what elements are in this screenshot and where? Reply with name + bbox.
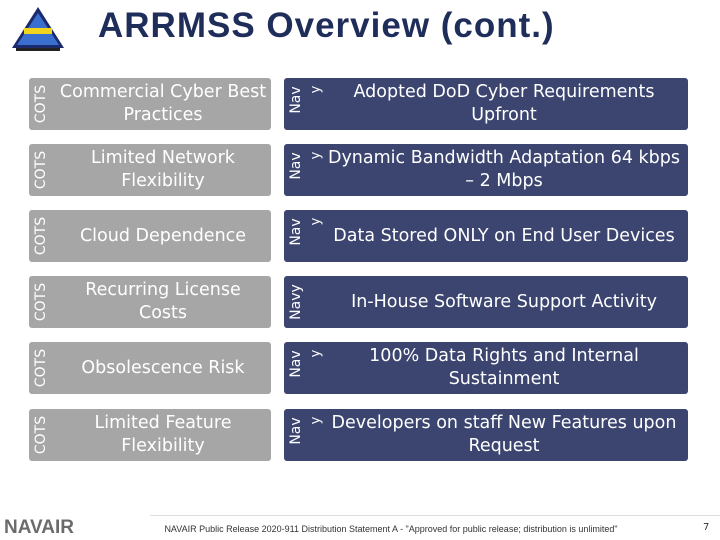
- cots-label: COTS: [33, 84, 50, 124]
- navy-label-wrap: y: [308, 416, 324, 425]
- navy-label-part: Nav: [288, 350, 304, 378]
- comparison-row: COTS Obsolescence Risk Nav y 100% Data Righ…: [29, 342, 688, 394]
- navy-label-part: Nav: [288, 417, 304, 445]
- cots-text: Obsolescence Risk: [81, 357, 245, 378]
- navair-brand: NAVAIR: [4, 517, 75, 538]
- cots-box: COTS Cloud Dependence: [29, 210, 271, 262]
- navy-text: 100% Data Rights and Internal Sustainmen…: [369, 346, 639, 389]
- cots-label: COTS: [33, 216, 50, 256]
- cots-text: Limited Network Flexibility: [91, 148, 235, 191]
- navy-box: Nav y Dynamic Bandwidth Adaptation 64 kbps…: [284, 144, 688, 196]
- cots-label: COTS: [33, 415, 50, 455]
- footer-divider: [150, 515, 720, 516]
- navy-text: Data Stored ONLY on End User Devices: [333, 225, 675, 246]
- navy-text: Developers on staff New Features upon Re…: [331, 413, 677, 456]
- navy-label: Navy: [284, 342, 323, 394]
- cots-label: COTS: [33, 150, 50, 190]
- navy-box: Nav y 100% Data Rights and Internal Sustai…: [284, 342, 688, 394]
- navy-label-wrap: y: [308, 85, 324, 94]
- cots-box: COTS Limited Network Flexibility: [29, 144, 271, 196]
- cots-text: Commercial Cyber Best Practices: [59, 82, 267, 125]
- navy-box: Nav y Adopted DoD Cyber Requirements Upfro…: [284, 78, 688, 130]
- navy-text: Adopted DoD Cyber Requirements Upfront: [353, 82, 655, 125]
- cots-text: Recurring License Costs: [85, 280, 241, 323]
- navy-label: Navy: [284, 210, 323, 262]
- navy-label: Navy: [284, 409, 323, 461]
- comparison-row: COTS Limited Feature Flexibility Nav y Deve…: [29, 409, 688, 461]
- navy-label-wrap: y: [308, 151, 324, 160]
- cots-box: COTS Obsolescence Risk: [29, 342, 271, 394]
- navy-label-wrap: y: [308, 217, 324, 226]
- page-number: 7: [703, 522, 710, 533]
- navy-label: Navy: [284, 144, 323, 196]
- comparison-row: COTS Recurring License Costs Navy In-House…: [29, 276, 688, 328]
- cots-label: COTS: [33, 348, 50, 388]
- navy-label: Navy: [284, 276, 308, 328]
- cots-label: COTS: [33, 282, 50, 322]
- cots-text: Limited Feature Flexibility: [94, 413, 232, 456]
- navy-box: Navy In-House Software Support Activity: [284, 276, 688, 328]
- navy-text: Dynamic Bandwidth Adaptation 64 kbps – 2…: [327, 148, 681, 191]
- navy-label: Navy: [284, 78, 323, 130]
- comparison-row: COTS Commercial Cyber Best Practices Nav y…: [29, 78, 688, 130]
- navy-label-part: Nav: [288, 86, 304, 114]
- navy-box: Nav y Developers on staff New Features upo…: [284, 409, 688, 461]
- navy-text: In-House Software Support Activity: [351, 291, 657, 312]
- cots-text: Cloud Dependence: [79, 225, 247, 246]
- navy-box: Nav y Data Stored ONLY on End User Devices: [284, 210, 688, 262]
- navy-label-wrap: y: [308, 349, 324, 358]
- cots-box: COTS Commercial Cyber Best Practices: [29, 78, 271, 130]
- navy-label-part: Nav: [288, 218, 304, 246]
- comparison-row: COTS Cloud Dependence Nav y Data Stored ONL…: [29, 210, 688, 262]
- release-statement: NAVAIR Public Release 2020-911 Distribut…: [164, 524, 618, 534]
- cots-box: COTS Recurring License Costs: [29, 276, 271, 328]
- comparison-row: COTS Limited Network Flexibility Nav y Dyna…: [29, 144, 688, 196]
- page-title: ARRMSS Overview (cont.): [98, 6, 555, 45]
- nawc-logo: [12, 7, 64, 51]
- navy-label-part: Nav: [288, 152, 304, 180]
- cots-box: COTS Limited Feature Flexibility: [29, 409, 271, 461]
- navy-label-text: Navy: [288, 284, 304, 320]
